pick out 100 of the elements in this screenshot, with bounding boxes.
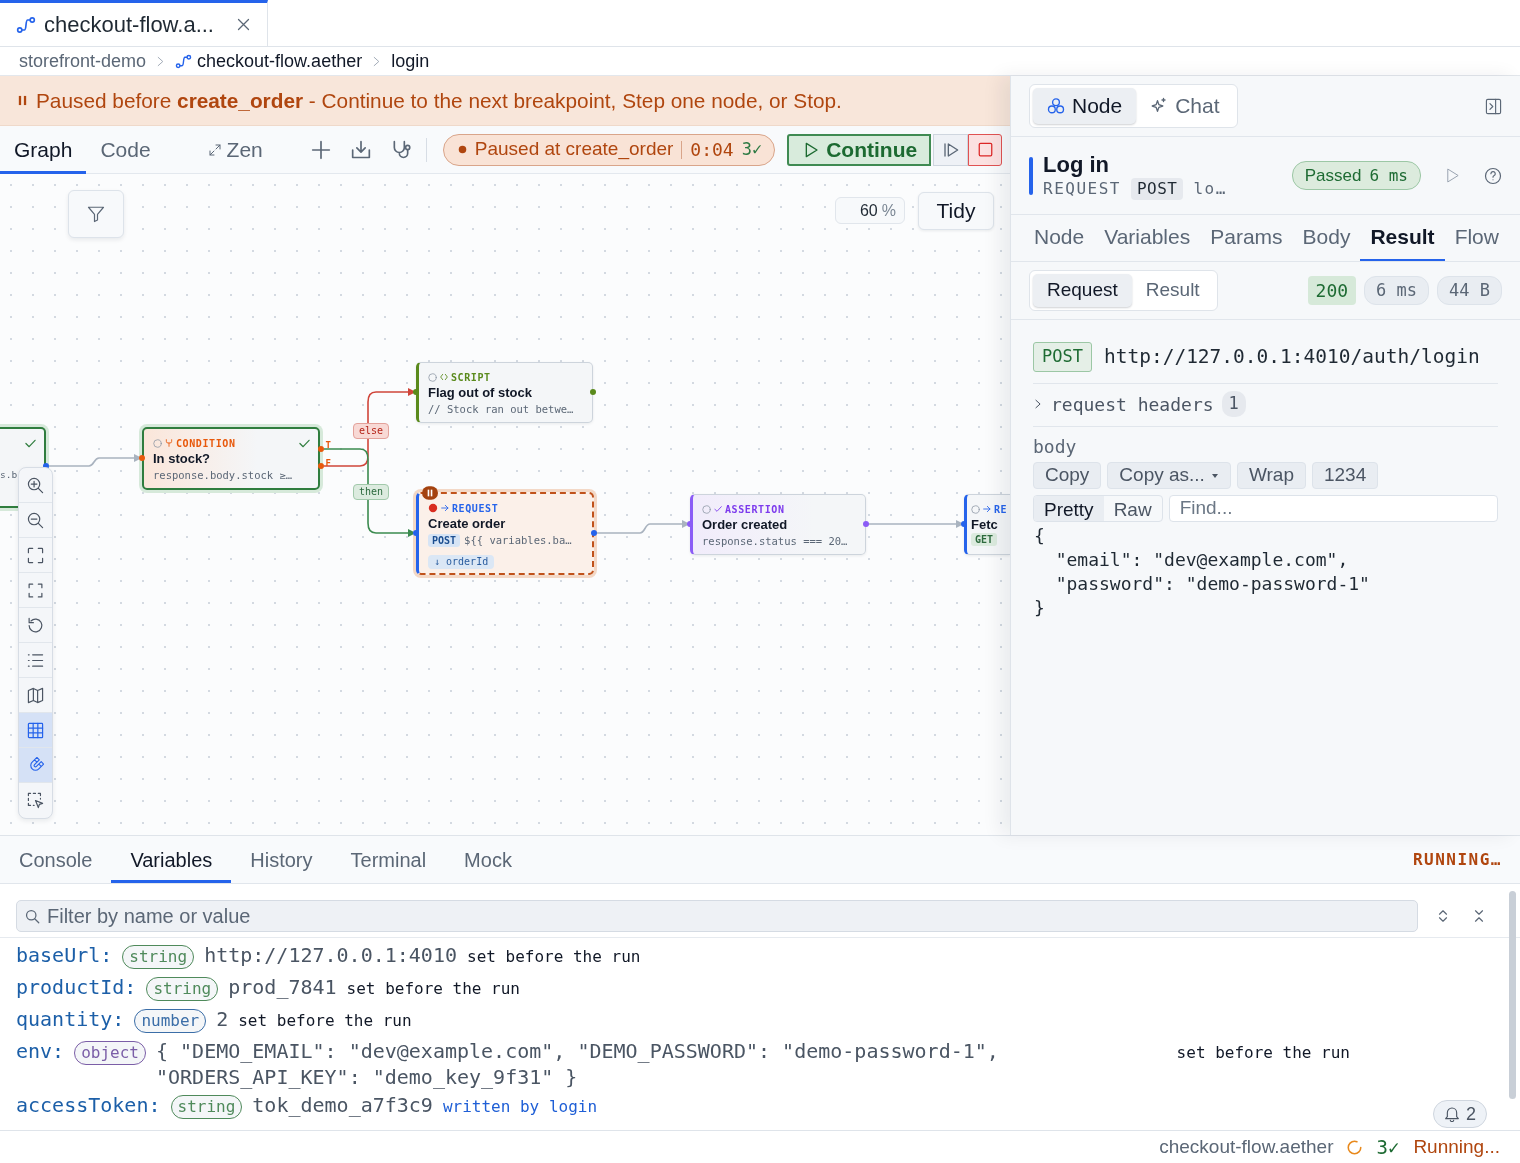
- body-action-button[interactable]: Wrap: [1236, 462, 1306, 489]
- inspector-tab[interactable]: Node: [1024, 215, 1095, 261]
- port-icon[interactable]: [413, 530, 419, 536]
- type-tag: object: [74, 1041, 146, 1065]
- panel-tab[interactable]: Variables: [111, 836, 232, 883]
- node-detail: response.body.stock ≥…: [153, 468, 293, 483]
- panel-tab[interactable]: Console: [0, 836, 112, 883]
- method-tag: POST: [428, 533, 461, 547]
- breadcrumb-item[interactable]: login: [391, 47, 430, 75]
- breadcrumb-item[interactable]: checkout-flow.aether: [175, 47, 363, 75]
- port-icon[interactable]: [687, 521, 693, 527]
- node-target: lo…: [1193, 177, 1227, 200]
- method-tag: GET: [971, 533, 998, 546]
- banner-message: Paused before create_order - Continue to the next breakpoint, Step one node, or Stop.: [36, 87, 842, 114]
- flow-icon: [175, 52, 193, 70]
- ring-icon: [428, 372, 437, 382]
- body-action-button[interactable]: Copy as...: [1107, 462, 1231, 489]
- elapsed-time: 0:04: [690, 138, 734, 162]
- ring-icon: [153, 438, 162, 448]
- canvas-tool-button[interactable]: [19, 748, 52, 783]
- variable-value: tok_demo_a7f3c9: [252, 1092, 433, 1118]
- panel-collapse-icon: [1485, 97, 1502, 115]
- scrollbar[interactable]: [1509, 891, 1516, 1099]
- zoom-in-icon: [27, 476, 44, 494]
- variable-value: prod_7841: [228, 974, 337, 1000]
- pause-badge-icon: [422, 485, 438, 501]
- port-label: F: [325, 458, 331, 468]
- inspector-tab[interactable]: Flow: [1444, 215, 1509, 261]
- view-tab[interactable]: Request: [1033, 274, 1132, 307]
- body-action-button[interactable]: Copy: [1033, 462, 1102, 489]
- view-tab[interactable]: Result: [1131, 274, 1214, 307]
- node-title: Create order: [428, 516, 507, 532]
- chevrons-apart-icon: [1436, 909, 1450, 923]
- node-title: In stock?: [153, 451, 212, 467]
- size-pill: 44 B: [1437, 275, 1502, 306]
- panel-tab[interactable]: Terminal: [331, 836, 446, 883]
- passed-count: 3✓: [741, 137, 763, 161]
- inspector-tab[interactable]: Result: [1360, 215, 1445, 261]
- body-action-button[interactable]: 1234: [1311, 462, 1379, 489]
- inspector-tab[interactable]: Body: [1292, 215, 1361, 261]
- collapse-panel-button[interactable]: [1485, 97, 1502, 115]
- zen-button[interactable]: Zen: [204, 131, 267, 168]
- reset-icon: [27, 616, 44, 634]
- mode-tab[interactable]: Node: [1033, 88, 1137, 124]
- flow-node[interactable]: SCRIPT Flag out of stock // Stock ran out betwe…: [416, 362, 593, 423]
- filter-icon: [87, 205, 105, 223]
- step-button[interactable]: [933, 133, 969, 166]
- continue-button[interactable]: Continue: [787, 133, 932, 166]
- request-headers-toggle[interactable]: request headers 1: [1033, 393, 1246, 415]
- port-icon[interactable]: [139, 455, 145, 461]
- flow-node[interactable]: ASSERTION Order created response.status === 20…: [690, 494, 866, 555]
- tidy-button[interactable]: Tidy: [918, 192, 994, 230]
- view-tab[interactable]: Code: [86, 125, 165, 174]
- canvas-tool-button[interactable]: [19, 713, 52, 748]
- mode-tab[interactable]: Chat: [1136, 88, 1234, 124]
- variable-origin: set before the run: [238, 1010, 412, 1032]
- node-detail: // Stock ran out betwe…: [428, 402, 574, 417]
- port-icon[interactable]: [591, 530, 597, 536]
- chevrons-together-icon: [1472, 909, 1486, 923]
- port-icon[interactable]: [863, 521, 869, 527]
- stop-button[interactable]: [968, 133, 1003, 166]
- format-tab[interactable]: Raw: [1103, 496, 1162, 521]
- editor-tab[interactable]: checkout-flow.a...: [0, 0, 268, 46]
- inspector-tab[interactable]: Variables: [1094, 215, 1201, 261]
- run-status-text: Paused at create_order: [474, 137, 674, 162]
- filter-field[interactable]: Filter by name or value: [16, 900, 1418, 932]
- zoom-field[interactable]: 60 %: [835, 197, 905, 224]
- node-title: Log in: [1043, 151, 1110, 178]
- port-icon[interactable]: [413, 389, 419, 395]
- port-icon[interactable]: [318, 446, 324, 452]
- format-tab[interactable]: Pretty: [1034, 496, 1104, 521]
- variable-name: baseUrl:: [16, 942, 113, 969]
- output-tag: ↓ orderId: [428, 555, 495, 569]
- cluster-icon: [1047, 97, 1065, 115]
- node-detail: response.status === 20…: [702, 534, 848, 549]
- panel-tab[interactable]: History: [231, 836, 332, 883]
- fit-view-icon: [27, 546, 44, 564]
- json-code: { "email": "dev@example.com", "password": "demo-password-1" }: [1033, 524, 1370, 620]
- panel-tab[interactable]: Mock: [445, 836, 531, 883]
- inspector-tab[interactable]: Params: [1200, 215, 1293, 261]
- spinner-icon: [1347, 1139, 1363, 1155]
- port-icon[interactable]: [590, 389, 596, 395]
- run-state-label: RUNNING…: [1412, 848, 1502, 871]
- check-icon: [25, 437, 36, 449]
- map-icon: [27, 686, 44, 704]
- help-icon: [1484, 166, 1502, 185]
- tray-download-icon: [350, 139, 371, 160]
- node-type-label: REQUEST: [452, 501, 499, 516]
- node-title: Flag out of stock: [428, 385, 533, 401]
- run-node-button[interactable]: [1445, 168, 1460, 183]
- flow-node[interactable]: RE Fetc GET: [964, 494, 1010, 555]
- stop-icon: [977, 142, 993, 157]
- port-icon[interactable]: [961, 521, 967, 527]
- count-pill: 1: [1221, 391, 1246, 417]
- port-icon[interactable]: [318, 463, 324, 469]
- notifications-button[interactable]: 2: [1433, 1100, 1487, 1128]
- node-type-label: ASSERTION: [725, 502, 785, 517]
- help-button[interactable]: [1484, 166, 1502, 185]
- find-field[interactable]: Find...: [1168, 495, 1498, 522]
- breadcrumb-item[interactable]: storefront-demo: [19, 47, 147, 75]
